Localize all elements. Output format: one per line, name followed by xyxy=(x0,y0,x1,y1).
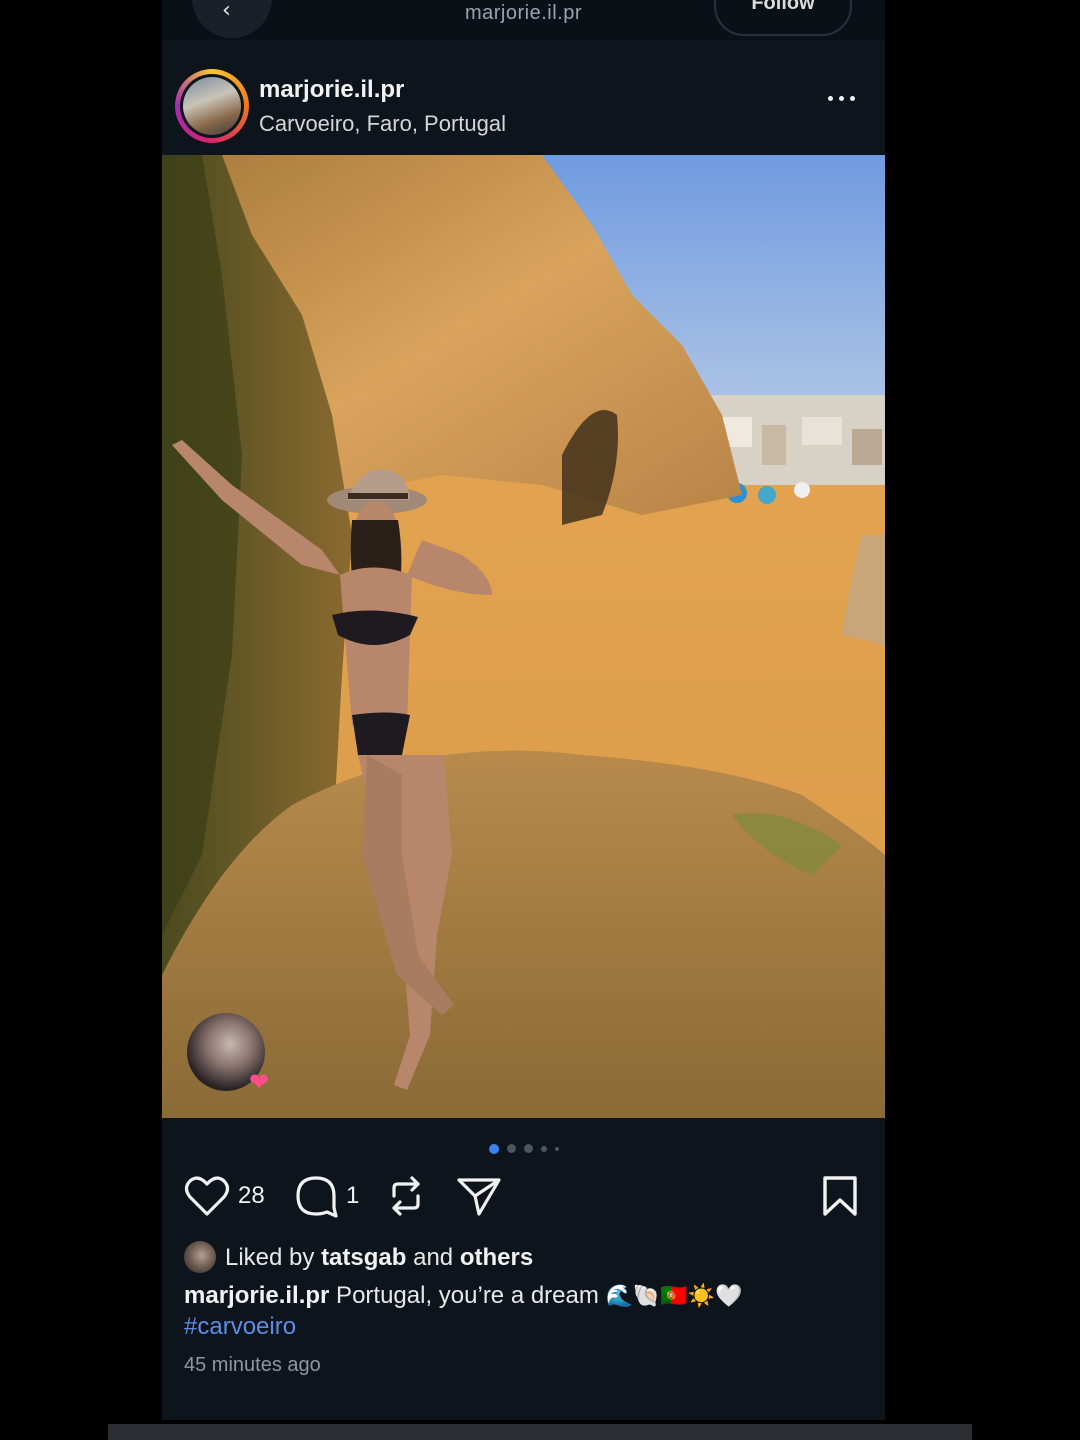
caption-text: Portugal, you’re a dream xyxy=(329,1282,606,1309)
liked-by-text[interactable]: Liked by tatsgab and others xyxy=(225,1244,533,1272)
beach-photo xyxy=(162,155,885,1118)
post-username[interactable]: marjorie.il.pr xyxy=(259,76,404,104)
carousel-dot[interactable] xyxy=(523,1144,533,1154)
carousel-dot[interactable] xyxy=(488,1143,499,1154)
like-button[interactable] xyxy=(184,1174,230,1218)
post-photo[interactable]: ❤ xyxy=(162,155,885,1118)
bookmark-icon xyxy=(823,1176,857,1216)
bottom-bar xyxy=(108,1424,972,1440)
comment-button[interactable] xyxy=(294,1174,340,1218)
share-button[interactable] xyxy=(456,1174,502,1218)
follow-label: Follow xyxy=(751,0,815,14)
follow-button[interactable]: Follow xyxy=(714,0,852,36)
avatar xyxy=(183,77,241,135)
post-timestamp: 45 minutes ago xyxy=(184,1354,321,1376)
repost-icon xyxy=(392,1176,420,1216)
top-nav: ‹ marjorie.il.pr Follow xyxy=(162,0,885,40)
post-header: marjorie.il.pr Carvoeiro, Faro, Portugal xyxy=(162,56,885,154)
heart-icon xyxy=(184,1176,230,1216)
post-location[interactable]: Carvoeiro, Faro, Portugal xyxy=(259,111,506,137)
heart-badge-icon: ❤ xyxy=(248,1069,270,1096)
bookmark-button[interactable] xyxy=(820,1174,860,1218)
post-caption: marjorie.il.pr Portugal, you’re a dream … xyxy=(184,1281,874,1342)
caption-emojis: 🌊🐚🇵🇹☀️🤍 xyxy=(605,1284,743,1309)
liked-by-user[interactable]: tatsgab xyxy=(321,1244,406,1271)
comment-icon xyxy=(296,1176,338,1218)
send-icon xyxy=(457,1178,501,1216)
more-options-button[interactable] xyxy=(826,88,862,108)
story-ring[interactable] xyxy=(175,69,249,143)
carousel-dot[interactable] xyxy=(506,1144,516,1154)
carousel-dot[interactable] xyxy=(554,1146,559,1151)
carousel-indicator xyxy=(162,1140,885,1154)
more-horizontal-icon xyxy=(828,96,833,101)
comments-count[interactable]: 1 xyxy=(346,1182,359,1210)
carousel-dot[interactable] xyxy=(540,1145,547,1152)
repost-button[interactable] xyxy=(384,1174,428,1218)
post-screen: ‹ marjorie.il.pr Follow marjorie.il.pr C… xyxy=(162,0,885,1420)
hashtag-link[interactable]: #carvoeiro xyxy=(184,1313,296,1340)
caption-username[interactable]: marjorie.il.pr xyxy=(184,1282,329,1309)
likes-count[interactable]: 28 xyxy=(238,1182,265,1210)
liked-by-avatar xyxy=(184,1241,216,1273)
action-bar: 28 1 xyxy=(162,1170,885,1222)
liked-by-others[interactable]: others xyxy=(460,1244,533,1271)
